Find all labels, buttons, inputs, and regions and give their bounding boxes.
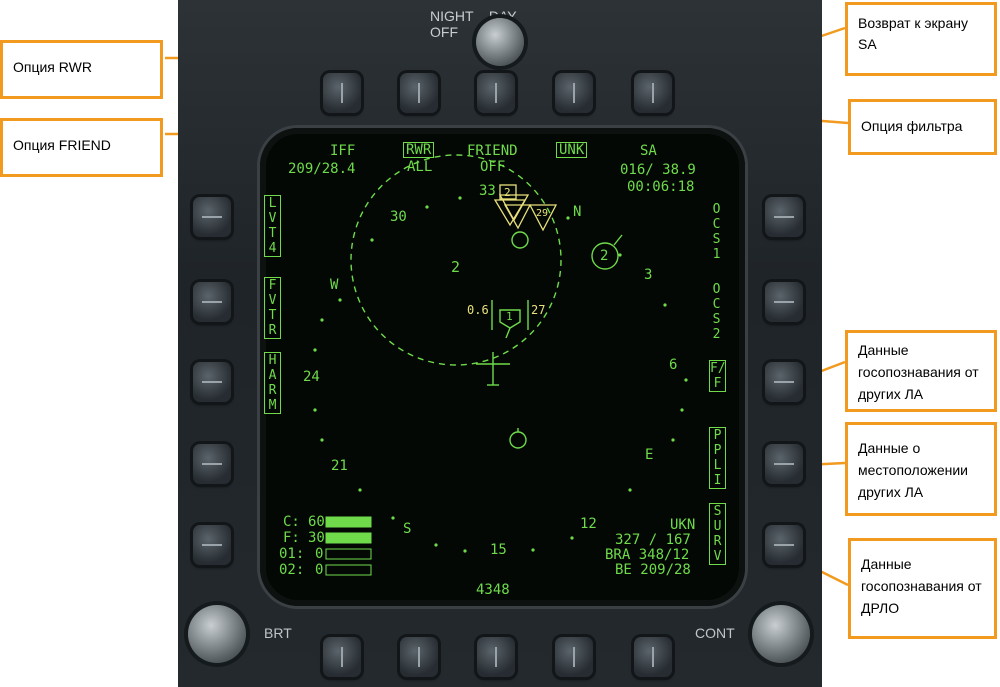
fuel-value-f: 30 — [308, 530, 325, 546]
compass-12: 12 — [580, 516, 597, 532]
ppli-option[interactable]: PPLI — [709, 427, 726, 489]
callout-sa-return: Возврат к экрану SA — [845, 2, 997, 76]
ocs1-option[interactable]: OCS1 — [709, 202, 724, 262]
range-label: 2 — [451, 258, 461, 276]
callout-friend: Опция FRIEND — [0, 118, 163, 177]
unk-option[interactable]: UNK — [556, 142, 588, 158]
target-bearing: 327 / 167 — [615, 532, 691, 548]
callout-iff-other: Данные госопознавания от других ЛА — [845, 330, 997, 412]
track-circle — [511, 231, 529, 249]
rwr-value: ALL — [407, 159, 433, 175]
fuel-bar-frame — [325, 564, 372, 576]
compass-15: 15 — [490, 542, 507, 558]
compass-24: 24 — [303, 369, 320, 385]
ocs2-option[interactable]: OCS2 — [709, 282, 724, 342]
iff-value: 209/28.4 — [288, 161, 356, 177]
compass-21: 21 — [331, 458, 348, 474]
contact-two-label: 2 — [600, 248, 609, 264]
callout-rwr: Опция RWR — [0, 40, 163, 99]
fuel-bar-frame — [325, 548, 372, 560]
ownship-left-value: 0.6 — [467, 303, 489, 317]
sa-time: 00:06:18 — [627, 179, 695, 195]
target-type: UKN — [670, 517, 696, 533]
fuel-label-02: 02: — [279, 562, 305, 578]
contact-one-label: 1 — [506, 310, 513, 323]
fuel-bars — [325, 516, 372, 576]
callout-position-other: Данные о местоположении других ЛА — [845, 422, 997, 516]
fuel-label-f: F: — [283, 530, 300, 546]
fuel-label-c: C: — [283, 514, 300, 530]
callout-filter: Опция фильтра — [848, 99, 997, 155]
ownship-right-value: 27 — [531, 303, 546, 317]
compass-w: W — [330, 277, 339, 293]
callout-iff-awacs: Данные госопознавания от ДРЛО — [848, 538, 997, 639]
compass-dots — [313, 196, 688, 553]
fuel-value-02: 0 — [315, 562, 324, 578]
bottom-value: 4348 — [476, 582, 510, 598]
fuel-label-01: 01: — [279, 546, 305, 562]
fuel-value-c: 60 — [308, 514, 325, 530]
friend-option[interactable]: FRIEND — [467, 144, 518, 158]
friendly-right-label: 29 — [536, 208, 549, 219]
sa-option[interactable]: SA — [640, 144, 657, 158]
fuel-bar-fill — [326, 517, 371, 527]
rwr-option[interactable]: RWR — [403, 142, 435, 158]
compass-33: 33 — [479, 183, 496, 199]
compass-s: S — [403, 521, 412, 537]
ff-option[interactable]: F/F — [709, 360, 726, 392]
left-option-1[interactable]: LVT4 — [264, 195, 281, 257]
left-option-3[interactable]: HARM — [264, 352, 281, 414]
compass-3: 3 — [644, 267, 653, 283]
compass-30: 30 — [390, 209, 407, 225]
friend-value: OFF — [480, 159, 506, 175]
fuel-value-01: 0 — [315, 546, 324, 562]
compass-6: 6 — [669, 357, 678, 373]
target-be: BE 209/28 — [615, 562, 691, 578]
contact-one-vector — [505, 327, 511, 339]
friendly-top-label: 2 — [504, 186, 511, 199]
compass-n: N — [573, 204, 582, 220]
iff-option[interactable]: IFF — [330, 144, 355, 158]
sa-bearing: 016/ 38.9 — [620, 162, 696, 178]
bullseye-circle — [509, 431, 527, 449]
surv-option[interactable]: SURV — [709, 503, 726, 565]
contact-two-vector — [613, 234, 623, 246]
compass-e: E — [645, 447, 654, 463]
left-option-2[interactable]: FVTR — [264, 277, 281, 339]
target-bra: BRA 348/12 — [605, 547, 690, 563]
fuel-bar-fill — [326, 533, 371, 543]
